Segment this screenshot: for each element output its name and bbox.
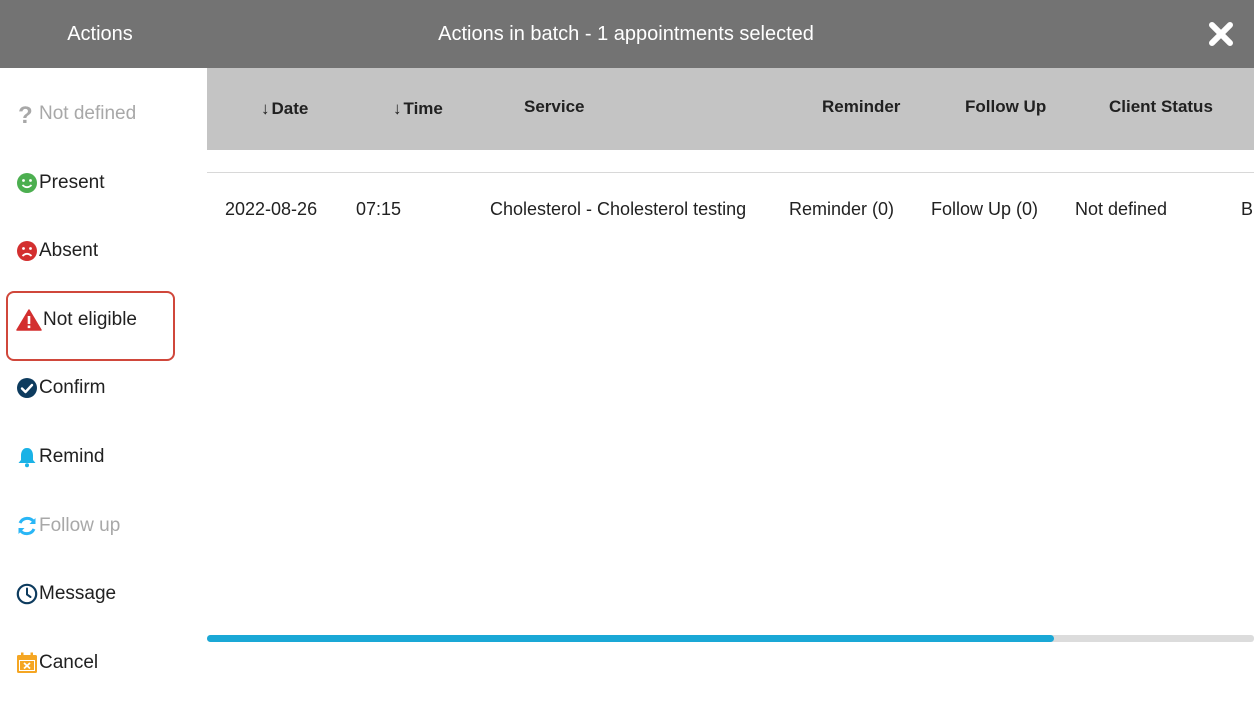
actions-title: Actions [67, 23, 133, 45]
check-circle-icon [16, 377, 38, 399]
action-label: Absent [39, 240, 99, 261]
action-cancel[interactable]: Cancel [16, 643, 98, 683]
table-header: ↓ Date ↓ Time Service Reminder Follow Up C… [207, 68, 1254, 150]
dialog-title: Actions in batch - 1 appointments select… [438, 23, 814, 45]
action-label: Present [39, 172, 105, 193]
question-icon: ? [16, 102, 38, 126]
refresh-icon [16, 515, 38, 537]
action-message[interactable]: Message [16, 574, 116, 614]
column-header-date[interactable]: ↓ Date [261, 68, 308, 150]
action-not-defined[interactable]: ? Not defined [16, 94, 136, 134]
action-label: Remind [39, 446, 105, 467]
bell-icon [16, 446, 38, 468]
cell-time: 07:15 [356, 199, 402, 219]
header-bar: Actions Actions in batch - 1 appointment… [0, 0, 1254, 68]
cell-follow-up: Follow Up (0) [931, 199, 1039, 219]
action-label: Not defined [39, 103, 137, 124]
action-label: Follow up [39, 515, 121, 536]
row-divider [207, 172, 1254, 173]
svg-text:?: ? [18, 102, 33, 126]
action-not-eligible[interactable]: Not eligible [16, 300, 137, 340]
action-absent[interactable]: Absent [16, 231, 98, 271]
column-header-time[interactable]: ↓ Time [393, 68, 443, 150]
warning-icon [16, 309, 42, 331]
cell-client-status: Not defined [1075, 199, 1168, 219]
clock-icon [16, 583, 38, 605]
column-label: Date [271, 99, 309, 118]
action-present[interactable]: Present [16, 163, 104, 203]
calendar-cancel-icon [16, 652, 38, 674]
column-header-follow-up[interactable]: Follow Up [965, 66, 1046, 148]
action-label: Not eligible [43, 309, 137, 330]
sort-arrow-icon: ↓ [393, 99, 402, 118]
action-remind[interactable]: Remind [16, 437, 104, 477]
sort-arrow-icon: ↓ [261, 99, 270, 118]
cell-overflow: B [1241, 199, 1254, 219]
action-confirm[interactable]: Confirm [16, 368, 106, 408]
column-header-reminder[interactable]: Reminder [822, 66, 900, 148]
smile-icon [16, 172, 38, 194]
action-follow-up[interactable]: Follow up [16, 506, 120, 546]
cell-service: Cholesterol - Cholesterol testing [490, 199, 747, 219]
cell-date: 2022-08-26 [225, 199, 318, 219]
action-label: Confirm [39, 377, 106, 398]
column-header-client-status[interactable]: Client Status [1109, 66, 1213, 148]
frown-icon [16, 240, 38, 262]
column-label: Time [403, 99, 443, 118]
cell-reminder: Reminder (0) [789, 199, 895, 219]
action-label: Message [39, 583, 117, 604]
close-icon[interactable] [1204, 17, 1238, 51]
horizontal-scrollbar-thumb[interactable] [207, 635, 1054, 642]
action-label: Cancel [39, 652, 99, 673]
column-header-service[interactable]: Service [524, 66, 585, 148]
